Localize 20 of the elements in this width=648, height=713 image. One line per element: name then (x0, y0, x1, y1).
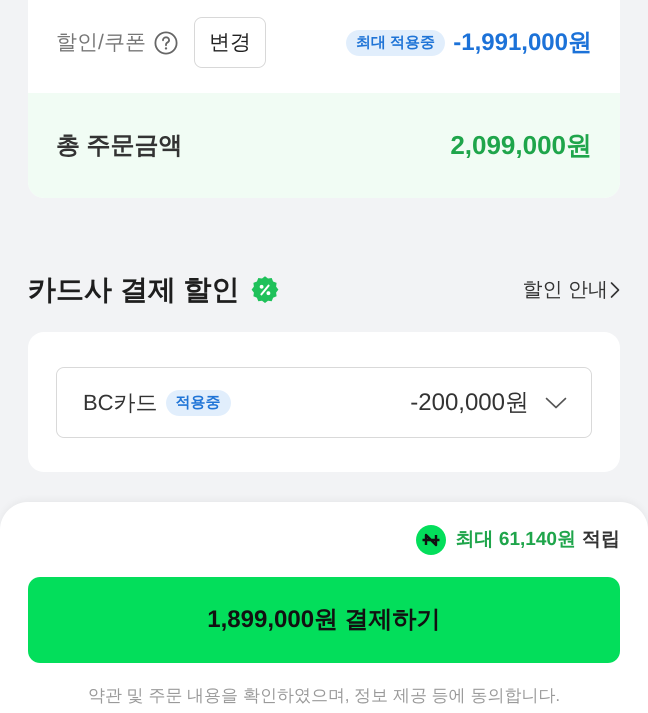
points-icon (416, 525, 446, 555)
change-button[interactable]: 변경 (194, 17, 266, 68)
section-title: 카드사 결제 할인 (28, 273, 240, 307)
card-name: BC카드 (83, 389, 158, 417)
total-amount: 2,099,000원 (450, 129, 592, 162)
discount-guide-link[interactable]: 할인 안내 (522, 275, 620, 305)
applied-badge: 적용중 (166, 390, 231, 416)
card-discount-amount: -200,000원 (410, 388, 529, 418)
points-earn-text: 적립 (582, 528, 620, 552)
discount-amount: -1,991,000원 (453, 28, 592, 58)
card-select[interactable]: BC카드 적용중 -200,000원 (56, 367, 592, 438)
discount-badge-icon (250, 275, 280, 305)
pay-button[interactable]: 1,899,000원 결제하기 (28, 577, 620, 663)
agreement-text: 약관 및 주문 내용을 확인하였으며, 정보 제공 등에 동의합니다. (86, 685, 562, 707)
help-icon[interactable] (154, 30, 178, 54)
max-applied-badge: 최대 적용중 (346, 30, 446, 56)
discount-coupon-label: 할인/쿠폰 (56, 30, 146, 56)
max-points-text: 최대 61,140원 (456, 528, 576, 552)
total-label: 총 주문금액 (56, 130, 183, 160)
chevron-right-icon (610, 281, 620, 299)
